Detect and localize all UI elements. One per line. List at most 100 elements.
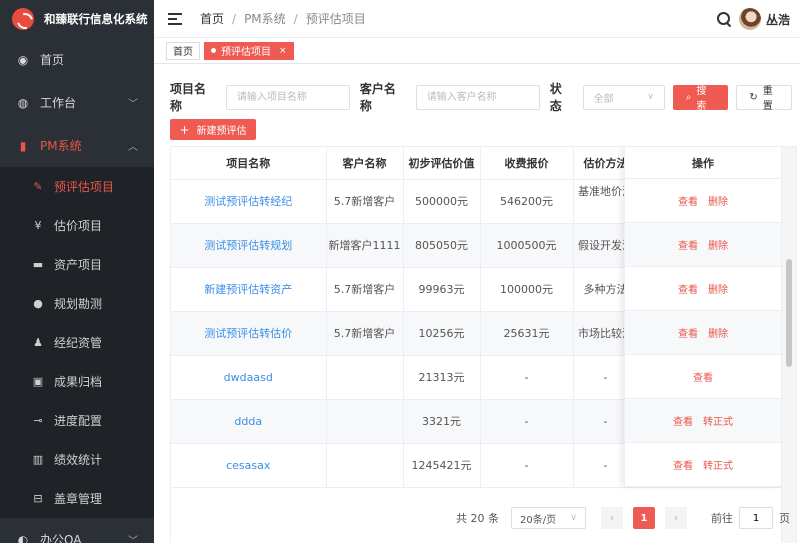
sidebar-subitem-stamp[interactable]: ⊟ 盖章管理	[0, 479, 154, 518]
search-icon: ⌕	[685, 91, 692, 103]
project-name-link[interactable]: 测试预评估转经纪	[171, 179, 327, 224]
project-name-link[interactable]: 测试预评估转估价	[171, 311, 327, 356]
breadcrumb-item-home[interactable]: 首页	[200, 10, 224, 27]
client-cell	[326, 355, 404, 400]
convert-formal-link[interactable]: 转正式	[703, 413, 733, 428]
tab-pre-evaluation[interactable]: 预评估项目 ×	[204, 41, 294, 60]
page-number-current[interactable]: 1	[633, 507, 655, 529]
chevron-down-icon: ∨	[647, 92, 654, 102]
column-header-ops: 操作	[624, 147, 781, 179]
convert-formal-link[interactable]: 转正式	[703, 457, 733, 472]
view-link[interactable]: 查看	[678, 325, 698, 340]
view-link[interactable]: 查看	[678, 281, 698, 296]
view-link[interactable]: 查看	[678, 237, 698, 252]
fee-cell: -	[480, 443, 574, 488]
view-link[interactable]: 查看	[673, 457, 693, 472]
breadcrumb-item-current: 预评估项目	[305, 12, 366, 26]
tab-home[interactable]: 首页	[166, 41, 200, 60]
project-name-link[interactable]: dwdaasd	[171, 355, 327, 400]
status-select[interactable]: 全部 ∨	[582, 84, 665, 110]
project-name-link[interactable]: ddda	[171, 399, 327, 444]
next-page-button[interactable]: ›	[665, 507, 687, 529]
view-link[interactable]: 查看	[693, 369, 713, 384]
sidebar-subitem-progress[interactable]: ⊸ 进度配置	[0, 401, 154, 440]
fee-cell: 546200元	[480, 179, 574, 224]
view-link[interactable]: 查看	[678, 193, 698, 208]
active-dot-icon	[211, 48, 216, 53]
client-name-label: 客户名称	[359, 82, 396, 113]
search-icon[interactable]	[716, 12, 731, 26]
progress-icon: ⊸	[33, 414, 43, 427]
value-cell: 21313元	[403, 355, 481, 400]
goto-page-input[interactable]	[739, 507, 773, 529]
value-cell: 805050元	[403, 223, 481, 268]
menu-toggle-icon[interactable]	[168, 12, 182, 25]
stats-icon: ▥	[32, 453, 44, 466]
value-cell: 500000元	[403, 179, 481, 224]
sidebar-item-label: 办公OA	[40, 533, 82, 543]
client-cell: 5.7新增客户	[326, 311, 404, 356]
sidebar-subitem-valuation[interactable]: ¥ 估价项目	[0, 206, 154, 245]
delete-link[interactable]: 删除	[708, 325, 728, 340]
ops-cell: 查看 转正式	[624, 399, 781, 443]
plus-icon: +	[179, 122, 190, 137]
page-size-select[interactable]: 20条/页 ∨	[511, 507, 586, 529]
sidebar-subitem-label: 进度配置	[54, 414, 103, 428]
client-cell: 5.7新增客户	[326, 179, 404, 224]
top-header: 首页 / PM系统 / 预评估项目 丛浩	[154, 0, 800, 38]
sidebar-item-oa[interactable]: ◐ 办公OA ﹀	[0, 518, 154, 543]
column-header: 初步评估价值	[403, 147, 481, 180]
client-name-input[interactable]	[415, 84, 540, 110]
prev-page-button[interactable]: ‹	[601, 507, 623, 529]
sidebar-item-workbench[interactable]: ◍ 工作台 ﹀	[0, 81, 154, 124]
delete-link[interactable]: 删除	[708, 237, 728, 252]
fee-cell: -	[480, 399, 574, 444]
column-header: 项目名称	[171, 147, 327, 180]
delete-link[interactable]: 删除	[708, 193, 728, 208]
ops-cell: 查看	[624, 355, 781, 399]
project-name-input[interactable]	[225, 84, 350, 110]
sidebar-subitem-archive[interactable]: ▣ 成果归档	[0, 362, 154, 401]
avatar[interactable]	[738, 8, 761, 30]
project-name-link[interactable]: cesasax	[171, 443, 327, 488]
new-pre-evaluation-button[interactable]: + 新建预评估	[170, 119, 256, 140]
sidebar-item-label: PM系统	[40, 139, 82, 153]
sidebar-subitem-pre-evaluation[interactable]: ✎ 预评估项目	[0, 167, 154, 206]
app-root: 和臻联行信息化系统 ◉ 首页 ◍ 工作台 ﹀ ▮ PM系统 ︿ ✎ 预评估项目	[0, 0, 800, 543]
view-link[interactable]: 查看	[673, 413, 693, 428]
brand: 和臻联行信息化系统	[0, 0, 154, 38]
project-name-link[interactable]: 新建预评估转资产	[171, 267, 327, 312]
tabs-bar: 首页 预评估项目 ×	[154, 38, 800, 64]
reset-button[interactable]: ↻ 重置	[736, 84, 792, 112]
sidebar-subitem-brokerage[interactable]: ♟ 经纪资管	[0, 323, 154, 362]
ops-cell: 查看 删除	[624, 223, 781, 267]
scrollbar-thumb[interactable]	[786, 259, 792, 367]
sidebar-subitem-assets[interactable]: ▬ 资产项目	[0, 245, 154, 284]
ops-cell: 查看 转正式	[624, 443, 781, 487]
operations-column: 操作 查看 删除 查看 删除 查看 删除 查看 删除 查看 查看 转正式 查看 …	[624, 147, 781, 487]
sidebar-menu: ◉ 首页 ◍ 工作台 ﹀ ▮ PM系统 ︿ ✎ 预评估项目 ¥ 估价项目 ▬ 资…	[0, 38, 154, 543]
sidebar-item-home[interactable]: ◉ 首页	[0, 38, 154, 81]
search-button[interactable]: ⌕ 搜索	[672, 84, 729, 112]
breadcrumb-item-pm[interactable]: PM系统	[244, 10, 286, 27]
delete-link[interactable]: 删除	[708, 281, 728, 296]
username[interactable]: 丛浩	[766, 11, 790, 28]
fee-cell: 1000500元	[480, 223, 574, 268]
close-icon[interactable]: ×	[279, 46, 287, 56]
chevron-down-icon: ﹀	[128, 536, 138, 543]
page-suffix: 页	[779, 512, 790, 525]
workbench-icon: ◍	[17, 95, 29, 110]
tab-label: 预评估项目	[221, 47, 271, 58]
ops-cell: 查看 删除	[624, 179, 781, 223]
project-name-link[interactable]: 测试预评估转规划	[171, 223, 327, 268]
fee-cell: 100000元	[480, 267, 574, 312]
vertical-scrollbar[interactable]	[781, 147, 796, 543]
chevron-up-icon: ︿	[128, 142, 138, 153]
sidebar: 和臻联行信息化系统 ◉ 首页 ◍ 工作台 ﹀ ▮ PM系统 ︿ ✎ 预评估项目	[0, 0, 154, 543]
project-name-label: 项目名称	[170, 82, 207, 113]
sidebar-item-pm-system[interactable]: ▮ PM系统 ︿	[0, 124, 154, 167]
status-select-value: 全部	[593, 93, 614, 105]
sidebar-subitem-label: 资产项目	[54, 258, 103, 272]
sidebar-subitem-stats[interactable]: ▥ 绩效统计	[0, 440, 154, 479]
sidebar-subitem-planning[interactable]: ● 规划勘测	[0, 284, 154, 323]
